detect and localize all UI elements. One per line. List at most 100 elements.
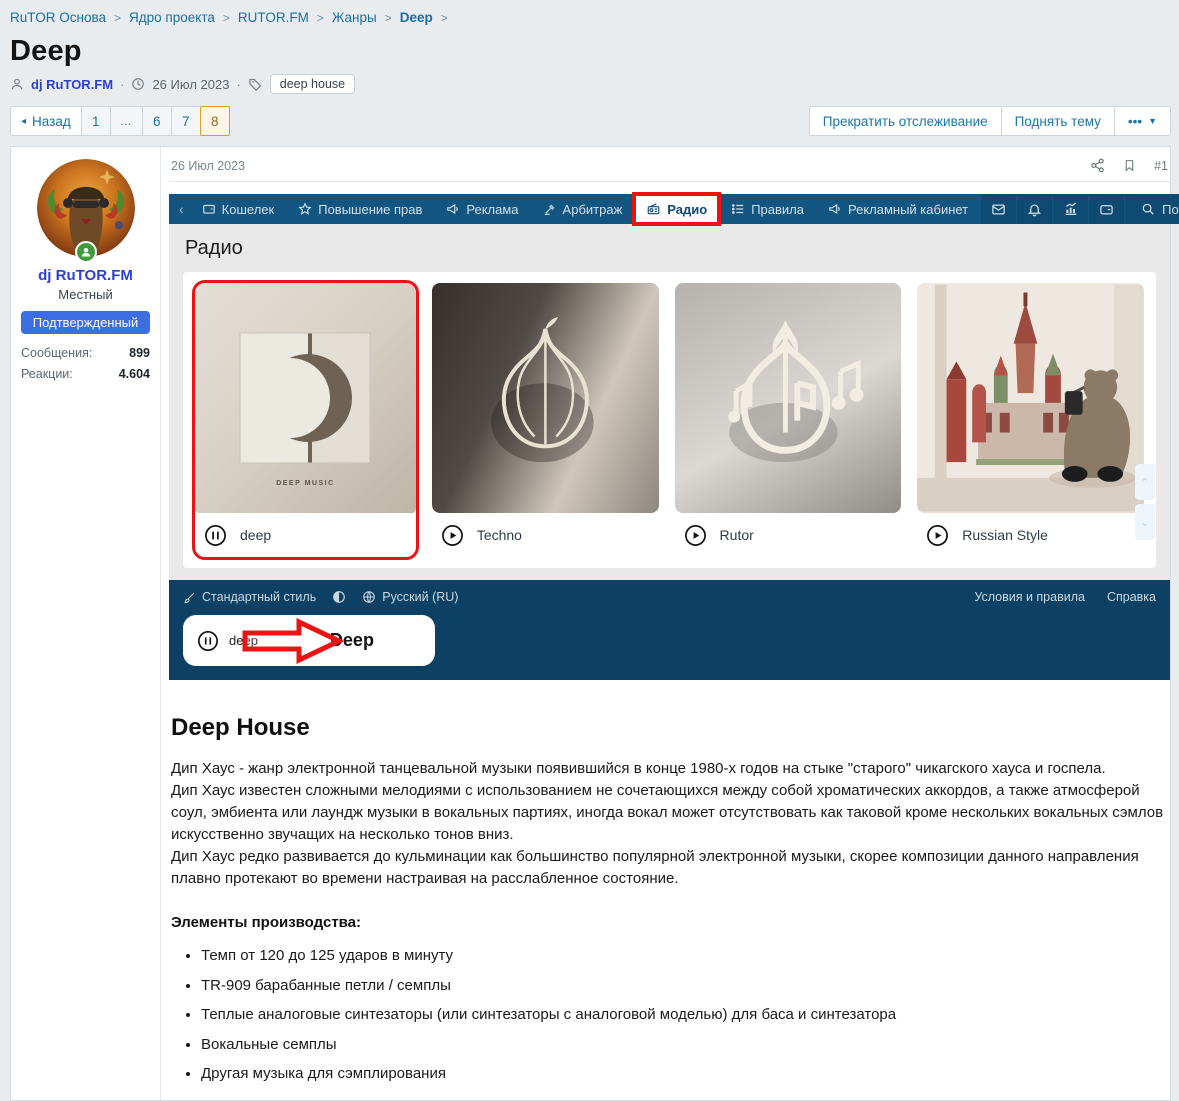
pagination-page-1[interactable]: 1 [81,106,111,136]
breadcrumb-separator: > [385,11,392,25]
station-card-rutor[interactable]: Rutor [675,283,902,557]
post-username[interactable]: dj RuTOR.FM [19,267,152,284]
article-heading: Deep House [171,714,1168,742]
breadcrumb-item-current[interactable]: Deep [400,10,433,25]
thread-tag[interactable]: deep house [270,74,355,94]
contrast-toggle[interactable] [332,590,346,604]
pagination-page-7[interactable]: 7 [171,106,201,136]
pause-icon[interactable] [197,630,219,652]
station-card-techno[interactable]: Techno [432,283,659,557]
breadcrumb: RuTOR Основа > Ядро проекта > RUTOR.FM > Жа… [10,8,1171,27]
clock-icon [131,77,145,91]
list-item: Другая музыка для сэмплирования [201,1063,1168,1086]
station-row-deep[interactable]: deep [195,513,416,557]
post-date[interactable]: 26 Июл 2023 [171,159,245,173]
wallet-icon [202,202,216,216]
deep-music-caption: DEEP MUSIC [195,480,416,487]
station-row-rutor[interactable]: Rutor [675,513,902,557]
wallet-button[interactable] [1089,194,1124,224]
breadcrumb-separator: > [317,11,324,25]
post-user-sidebar: dj RuTOR.FM Местный Подтвержденный Сообщ… [11,147,161,1100]
contrast-icon [332,590,346,604]
chart-icon [1063,201,1079,217]
person-icon [10,77,24,91]
scroll-up-button[interactable]: ⌃ [1135,464,1155,500]
thread-author-link[interactable]: dj RuTOR.FM [31,77,113,92]
meta-dot: · [120,77,124,92]
station-cover-rutor[interactable] [675,283,902,513]
chevron-down-icon: ▼ [1148,116,1157,126]
help-link[interactable]: Справка [1107,590,1156,604]
post-header: 26 Июл 2023 #1 [169,156,1170,182]
pause-icon[interactable] [204,524,227,547]
screenshot-footer: Стандартный стиль Русский (RU) Усло [169,580,1170,680]
avatar[interactable] [37,159,135,257]
messages-button[interactable] [981,194,1016,224]
article-paragraph: Дип Хаус - жанр электронной танцевальной… [171,758,1168,780]
bump-thread-button[interactable]: Поднять тему [1001,106,1115,136]
breadcrumb-item[interactable]: Ядро проекта [129,10,215,25]
station-row-russian-style[interactable]: Russian Style [917,513,1144,557]
radio-heading: Радио [185,237,1156,260]
screenshot-navbar: ‹ Кошелек Повышение прав Реклама [169,194,1170,224]
station-card-russian-style[interactable]: Russian Style [917,283,1144,557]
nav-back-chevron-icon[interactable]: ‹ [169,194,190,224]
nav-item-privileges[interactable]: Повышение прав [286,194,434,224]
nav-item-ad-cabinet[interactable]: Рекламный кабинет [816,194,980,224]
station-cover-techno[interactable] [432,283,659,513]
rutor-onion-art [675,283,902,513]
list-item: TR-909 барабанные петли / семплы [201,975,1168,998]
nav-item-ads[interactable]: Реклама [434,194,530,224]
meta-dot: · [236,77,240,92]
tags-icon [248,77,263,92]
pagination-ellipsis[interactable]: … [110,106,143,136]
breadcrumb-item[interactable]: Жанры [332,10,377,25]
share-icon[interactable] [1090,158,1105,173]
list-item: Вокальные семплы [201,1034,1168,1057]
style-chooser[interactable]: Стандартный стиль [183,590,316,604]
user-verified-badge: Подтвержденный [21,311,150,334]
station-card-deep[interactable]: DEEP MUSIC deep [192,280,419,560]
radio-icon [646,202,661,216]
envelope-icon [991,202,1006,217]
play-icon[interactable] [684,524,707,547]
nav-item-arbitration[interactable]: Арбитраж [531,194,635,224]
post-number[interactable]: #1 [1154,159,1168,173]
star-icon [298,202,312,216]
station-row-techno[interactable]: Techno [432,513,659,557]
attached-screenshot[interactable]: ‹ Кошелек Повышение прав Реклама [169,194,1170,680]
play-icon[interactable] [926,524,949,547]
nav-item-wallet[interactable]: Кошелек [190,194,287,224]
bookmark-icon[interactable] [1123,158,1136,173]
back-arrow-icon: ◂ [21,116,26,127]
terms-link[interactable]: Условия и правила [974,590,1085,604]
breadcrumb-separator: > [441,11,448,25]
breadcrumb-item[interactable]: RUTOR.FM [238,10,309,25]
scroll-down-button[interactable]: ⌄ [1135,504,1155,540]
play-icon[interactable] [441,524,464,547]
nav-item-rules[interactable]: Правила [719,194,816,224]
nav-item-radio-active[interactable]: Радио [634,194,719,224]
search-button[interactable]: Поиск [1125,194,1179,224]
stats-button[interactable] [1053,194,1088,224]
station-cover-russian-style[interactable] [917,283,1144,513]
radio-page: Радио [169,224,1170,580]
unwatch-button[interactable]: Прекратить отслеживание [809,106,1002,136]
station-cover-deep[interactable]: DEEP MUSIC [195,283,416,513]
thread-meta: dj RuTOR.FM · 26 Июл 2023 · deep house [10,74,1171,94]
red-arrow-annotation [241,618,343,664]
pagination-page-8-current[interactable]: 8 [200,106,230,136]
bell-icon [1027,202,1042,217]
carousel-scrollers: ⌃ ⌄ [1135,464,1155,540]
language-chooser[interactable]: Русский (RU) [362,590,458,604]
article-list-heading: Элементы производства: [171,914,1168,931]
breadcrumb-item[interactable]: RuTOR Основа [10,10,106,25]
more-actions-button[interactable]: •••▼ [1114,106,1171,136]
radio-player[interactable]: deep Deep [183,615,435,666]
pagination-back-button[interactable]: ◂Назад [10,106,82,136]
pagination-page-6[interactable]: 6 [142,106,172,136]
pagination: ◂Назад 1 … 6 7 8 [10,106,229,136]
alerts-button[interactable] [1017,194,1052,224]
megaphone-icon [828,202,842,216]
user-stat-reactions: Реакции:4.604 [21,367,150,381]
